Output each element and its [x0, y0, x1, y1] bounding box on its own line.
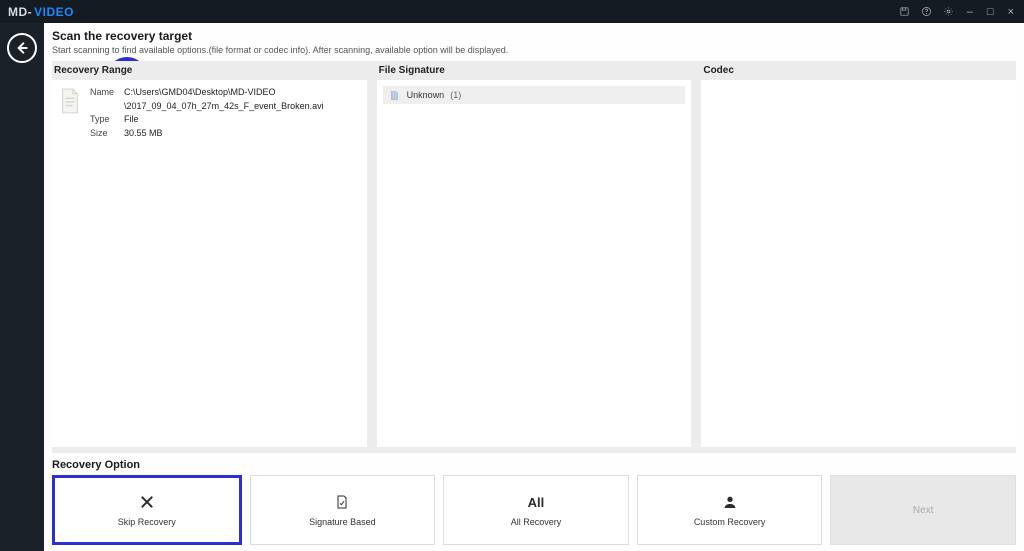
meta-type-key: Type [90, 113, 118, 127]
option-label: Custom Recovery [694, 517, 766, 527]
next-button: Next [830, 475, 1016, 545]
signature-label: Unknown [407, 90, 445, 100]
option-signature-based[interactable]: Signature Based [250, 475, 436, 545]
meta-type-val: File [124, 113, 139, 127]
column-title: Recovery Range [52, 65, 367, 80]
option-label: Next [913, 505, 934, 516]
document-icon [389, 89, 401, 101]
page-title: Scan the recovery target [52, 29, 1016, 43]
titlebar: MD-VIDEO – □ × [0, 0, 1024, 23]
column-recovery-range: Recovery Range Name C:\Users\GMD04\Deskto… [52, 65, 367, 447]
main-content: 4 Scan the recovery target Start scannin… [44, 23, 1024, 551]
all-icon: All [528, 493, 545, 511]
meta-name-key: Name [90, 86, 118, 113]
option-label: Signature Based [309, 517, 376, 527]
file-meta: Name C:\Users\GMD04\Desktop\MD-VIDEO \2017… [90, 86, 324, 140]
recovery-option-section: Recovery Option Skip Recovery Signature … [52, 453, 1016, 545]
codec-body [701, 80, 1016, 447]
column-title: File Signature [377, 65, 692, 80]
help-icon[interactable] [921, 6, 933, 18]
save-icon[interactable] [899, 6, 911, 18]
column-file-signature: File Signature Unknown (1) [377, 65, 692, 447]
signature-count: (1) [450, 90, 461, 100]
minimize-button[interactable]: – [965, 6, 975, 18]
logo-video: VIDEO [34, 5, 74, 19]
option-all-recovery[interactable]: All All Recovery [443, 475, 629, 545]
file-signature-body: Unknown (1) [377, 80, 692, 447]
page-subtitle: Start scanning to find available options… [52, 45, 1016, 55]
recovery-range-body: Name C:\Users\GMD04\Desktop\MD-VIDEO \2017… [52, 80, 367, 447]
close-button[interactable]: × [1006, 6, 1016, 18]
maximize-button[interactable]: □ [985, 6, 996, 18]
person-icon [722, 493, 738, 511]
file-icon [58, 86, 82, 116]
logo-md: MD- [8, 5, 32, 19]
option-custom-recovery[interactable]: Custom Recovery [637, 475, 823, 545]
column-codec: Codec [701, 65, 1016, 447]
meta-name-val-1: C:\Users\GMD04\Desktop\MD-VIDEO [124, 87, 276, 97]
meta-name-val-2: \2017_09_04_07h_27m_42s_F_event_Broken.a… [124, 101, 324, 111]
option-label: Skip Recovery [118, 517, 176, 527]
signature-icon [334, 493, 350, 511]
close-x-icon [139, 493, 155, 511]
titlebar-actions: – □ × [899, 6, 1016, 18]
meta-size-val: 30.55 MB [124, 127, 163, 141]
option-label: All Recovery [511, 517, 562, 527]
back-button[interactable] [7, 33, 37, 63]
recovery-option-title: Recovery Option [52, 453, 1016, 475]
sidebar [0, 23, 44, 551]
option-skip-recovery[interactable]: Skip Recovery [52, 475, 242, 545]
column-title: Codec [701, 65, 1016, 80]
meta-size-key: Size [90, 127, 118, 141]
recovery-options-row: Skip Recovery Signature Based All All Re… [52, 475, 1016, 545]
signature-item[interactable]: Unknown (1) [383, 86, 686, 104]
gear-icon[interactable] [943, 6, 955, 18]
app-logo: MD-VIDEO [8, 5, 74, 19]
